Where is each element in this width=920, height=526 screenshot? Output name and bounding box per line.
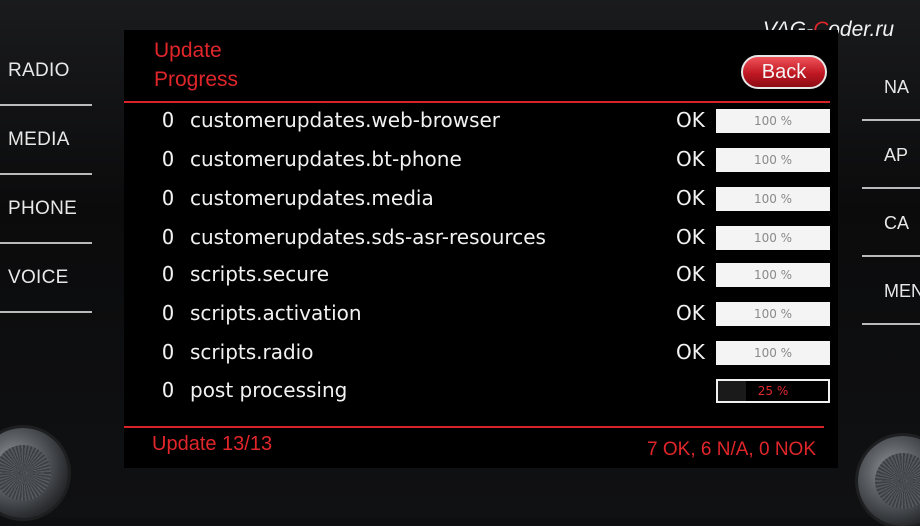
update-counter: Update 13/13 xyxy=(152,433,273,455)
voice-button[interactable]: VOICE xyxy=(0,245,92,311)
row-bullet: O xyxy=(162,340,175,364)
car-button[interactable]: CA xyxy=(858,190,920,256)
right-hardware-panel: NA AP CA MEN xyxy=(858,50,920,350)
nav-button[interactable]: NA xyxy=(858,54,920,120)
knob-grip xyxy=(875,453,920,509)
module-status: OK xyxy=(676,186,705,210)
progress-bar: 100 % xyxy=(716,187,830,211)
module-status: OK xyxy=(676,147,705,171)
update-row: O scripts.activation OK 100 % xyxy=(162,301,832,331)
module-name: customerupdates.sds-asr-resources xyxy=(190,225,546,249)
footer-divider xyxy=(124,426,824,428)
row-bullet: O xyxy=(162,225,175,249)
knob-grip xyxy=(0,445,51,501)
module-status: OK xyxy=(676,225,705,249)
row-bullet: O xyxy=(162,186,175,210)
module-name: customerupdates.bt-phone xyxy=(190,147,462,171)
module-name: scripts.activation xyxy=(190,301,362,325)
progress-bar: 100 % xyxy=(716,341,830,365)
update-row: O scripts.radio OK 100 % xyxy=(162,340,832,370)
header-divider xyxy=(124,101,830,103)
module-status: OK xyxy=(676,262,705,286)
app-button[interactable]: AP xyxy=(858,122,920,188)
left-hardware-panel: RADIO MEDIA PHONE VOICE xyxy=(0,38,92,338)
module-name: scripts.secure xyxy=(190,262,329,286)
separator xyxy=(862,323,920,325)
media-button[interactable]: MEDIA xyxy=(0,107,92,173)
module-name: customerupdates.media xyxy=(190,186,434,210)
row-bullet: O xyxy=(162,147,175,171)
separator xyxy=(862,255,920,257)
update-row: O customerupdates.sds-asr-resources OK 1… xyxy=(162,225,832,255)
update-row: O customerupdates.web-browser OK 100 % xyxy=(162,108,832,138)
update-row: O customerupdates.media OK 100 % xyxy=(162,186,832,216)
row-bullet: O xyxy=(162,378,175,402)
progress-bar: 100 % xyxy=(716,302,830,326)
page-title: Update Progress xyxy=(154,39,239,91)
row-bullet: O xyxy=(162,262,175,286)
menu-button[interactable]: MEN xyxy=(858,258,920,324)
update-row-active: O post processing 25 % xyxy=(162,378,832,408)
result-summary: 7 OK, 6 N/A, 0 NOK xyxy=(647,439,816,460)
progress-fill xyxy=(718,381,746,401)
separator xyxy=(0,311,92,313)
update-row: O customerupdates.bt-phone OK 100 % xyxy=(162,147,832,177)
separator xyxy=(862,187,920,189)
separator xyxy=(0,173,92,175)
phone-button[interactable]: PHONE xyxy=(0,176,92,242)
progress-bar: 100 % xyxy=(716,263,830,287)
progress-bar: 100 % xyxy=(716,226,830,250)
row-bullet: O xyxy=(162,301,175,325)
module-name: post processing xyxy=(190,378,348,402)
row-bullet: O xyxy=(162,108,175,132)
radio-button[interactable]: RADIO xyxy=(0,38,92,104)
back-button[interactable]: Back xyxy=(741,55,827,89)
display-screen: Update Progress Back O customerupdates.w… xyxy=(124,30,838,468)
separator xyxy=(0,242,92,244)
module-status: OK xyxy=(676,340,705,364)
module-name: customerupdates.web-browser xyxy=(190,108,501,132)
module-status: OK xyxy=(676,108,705,132)
progress-bar: 100 % xyxy=(716,109,830,133)
update-row: O scripts.secure OK 100 % xyxy=(162,262,832,292)
module-name: scripts.radio xyxy=(190,340,314,364)
module-status: OK xyxy=(676,301,705,325)
progress-bar-active: 25 % xyxy=(716,379,830,403)
separator xyxy=(0,104,92,106)
separator xyxy=(862,119,920,121)
progress-bar: 100 % xyxy=(716,148,830,172)
